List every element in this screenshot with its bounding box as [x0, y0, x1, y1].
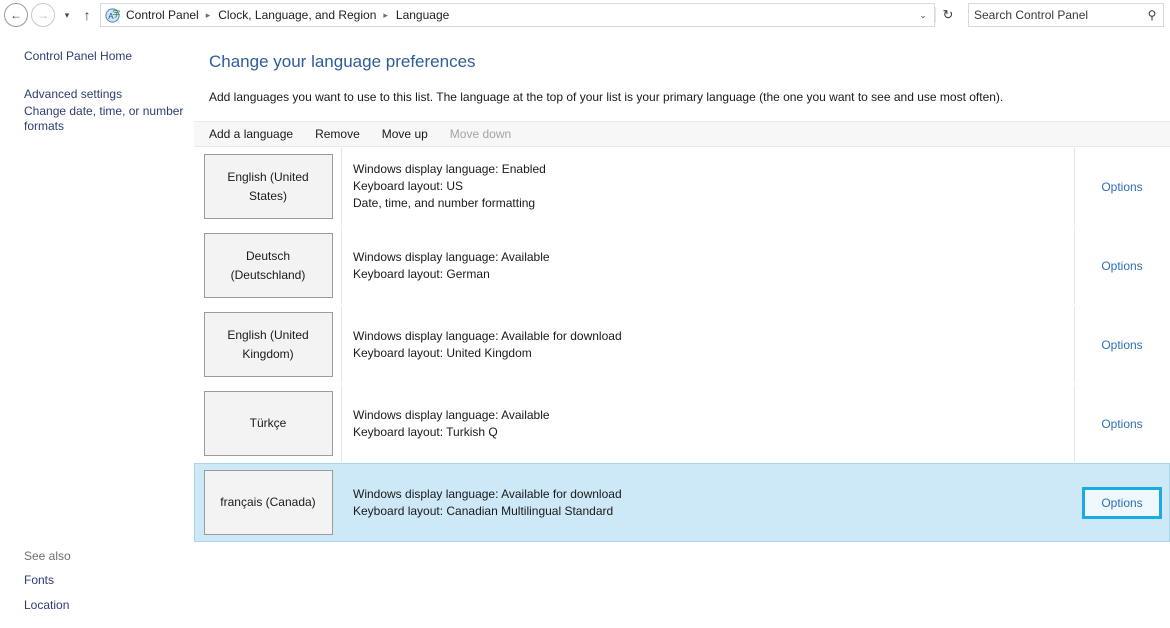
language-name-cell: English (United Kingdom) — [195, 306, 342, 383]
options-link-highlighted[interactable]: Options — [1082, 486, 1162, 519]
sidebar: Control Panel Home Advanced settings Cha… — [0, 30, 194, 628]
keyboard-layout-line: Keyboard layout: Canadian Multilingual S… — [353, 503, 614, 518]
svg-text:字: 字 — [112, 8, 120, 18]
language-options-cell: Options — [1074, 227, 1169, 304]
language-name-box[interactable]: English (United States) — [203, 154, 333, 219]
language-name-cell: français (Canada) — [195, 464, 342, 541]
display-language-line: Windows display language: Enabled — [353, 162, 546, 176]
language-details: Windows display language: Available Keyb… — [342, 227, 1074, 304]
language-details: Windows display language: Available Keyb… — [342, 385, 1074, 462]
options-link[interactable]: Options — [1101, 417, 1142, 431]
add-a-language-button[interactable]: Add a language — [209, 127, 293, 141]
breadcrumb-item-control-panel[interactable]: Control Panel — [123, 8, 202, 22]
display-language-line: Windows display language: Available for … — [353, 328, 622, 343]
keyboard-layout-line: Keyboard layout: United Kingdom — [353, 345, 532, 360]
sidebar-item-fonts[interactable]: Fonts — [0, 572, 194, 588]
options-link[interactable]: Options — [1101, 180, 1142, 194]
see-also-section: See also Fonts Location — [0, 549, 194, 622]
see-also-label: See also — [24, 549, 71, 563]
search-input[interactable] — [969, 8, 1141, 22]
display-language-line: Windows display language: Available — [353, 407, 550, 422]
language-row-selected[interactable]: français (Canada) Windows display langua… — [194, 463, 1170, 542]
language-list: English (United States) Windows display … — [194, 147, 1170, 542]
language-options-cell: Options — [1074, 148, 1169, 225]
date-format-line: Date, time, and number formatting — [353, 196, 536, 210]
language-options-cell: Options — [1074, 464, 1169, 541]
breadcrumb-item-language[interactable]: Language — [393, 8, 452, 22]
language-row[interactable]: English (United Kingdom) Windows display… — [194, 305, 1170, 384]
language-details: Windows display language: Available for … — [342, 306, 1074, 383]
language-name-box[interactable]: Deutsch (Deutschland) — [203, 233, 333, 298]
language-name-box[interactable]: English (United Kingdom) — [203, 312, 333, 377]
keyboard-layout-line: Keyboard layout: US — [353, 179, 464, 193]
search-icon[interactable]: ⚲ — [1141, 8, 1163, 22]
breadcrumb-item-clock-language-region[interactable]: Clock, Language, and Region — [215, 8, 379, 22]
recent-locations-chevron-down-icon[interactable]: ▾ — [58, 10, 76, 21]
options-link[interactable]: Options — [1101, 338, 1142, 352]
keyboard-layout-line: Keyboard layout: Turkish Q — [353, 424, 498, 439]
back-arrow-icon[interactable]: ← — [4, 3, 28, 27]
move-up-button[interactable]: Move up — [382, 127, 428, 141]
breadcrumb-list: Control Panel ▸ Clock, Language, and Reg… — [123, 8, 912, 22]
up-arrow-icon[interactable]: ↑ — [76, 7, 98, 23]
move-down-button: Move down — [449, 127, 512, 141]
toolbar: Add a language Remove Move up Move down — [194, 121, 1170, 147]
sidebar-item-control-panel-home[interactable]: Control Panel Home — [0, 48, 194, 64]
language-name-box[interactable]: français (Canada) — [203, 470, 333, 535]
display-language-line: Windows display language: Available — [353, 249, 550, 264]
breadcrumb-separator-icon: ▸ — [205, 9, 211, 20]
address-bar: ← → ▾ ↑ A 字 Control Panel ▸ Clock, Langu… — [0, 0, 1170, 30]
language-row[interactable]: Türkçe Windows display language: Availab… — [194, 384, 1170, 463]
language-options-cell: Options — [1074, 306, 1169, 383]
sidebar-item-location[interactable]: Location — [0, 597, 194, 613]
breadcrumb-separator-icon: ▸ — [383, 9, 388, 20]
breadcrumb-chevron-down-icon[interactable]: ⌄ — [912, 10, 934, 21]
keyboard-layout-line: Keyboard layout: German — [353, 266, 490, 281]
language-name-cell: English (United States) — [195, 148, 342, 225]
remove-button[interactable]: Remove — [315, 127, 360, 141]
language-details: Windows display language: Enabled Keyboa… — [342, 148, 1074, 225]
page-description: Add languages you want to use to this li… — [209, 90, 1004, 104]
sidebar-item-change-formats[interactable]: Change date, time, or number formats — [0, 104, 194, 134]
language-name-cell: Türkçe — [195, 385, 342, 462]
refresh-icon[interactable]: ↻ — [935, 7, 960, 23]
language-details: Windows display language: Available for … — [342, 464, 1074, 541]
language-name-cell: Deutsch (Deutschland) — [195, 227, 342, 304]
breadcrumb[interactable]: A 字 Control Panel ▸ Clock, Language, and… — [100, 3, 935, 27]
options-link[interactable]: Options — [1101, 259, 1142, 273]
page-title: Change your language preferences — [209, 52, 476, 71]
language-name-box[interactable]: Türkçe — [203, 391, 333, 456]
content-pane: Change your language preferences Add lan… — [194, 30, 1170, 628]
language-row[interactable]: English (United States) Windows display … — [194, 147, 1170, 226]
main-area: Control Panel Home Advanced settings Cha… — [0, 30, 1170, 628]
forward-arrow-icon[interactable]: → — [31, 3, 55, 27]
language-row[interactable]: Deutsch (Deutschland) Windows display la… — [194, 226, 1170, 305]
sidebar-item-advanced-settings[interactable]: Advanced settings — [0, 86, 194, 102]
language-control-panel-icon: A 字 — [101, 7, 123, 23]
display-language-line: Windows display language: Available for … — [353, 486, 622, 501]
search-box[interactable]: ⚲ — [968, 3, 1164, 27]
language-options-cell: Options — [1074, 385, 1169, 462]
